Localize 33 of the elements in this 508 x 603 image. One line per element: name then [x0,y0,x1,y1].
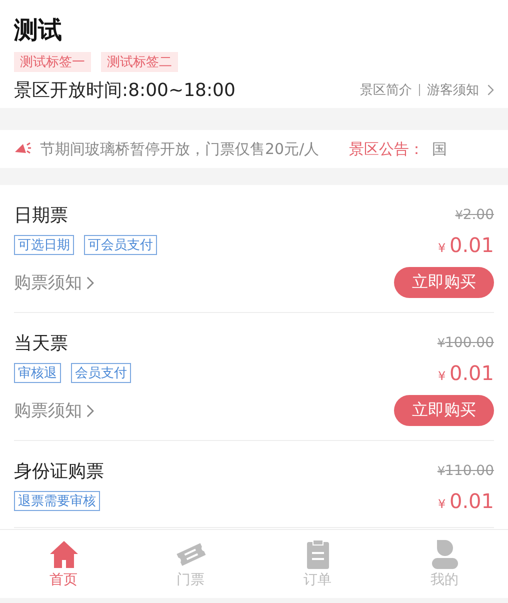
tab[interactable]: 门票 [127,530,254,598]
ticket-tag: 审核退 [14,363,61,383]
tab[interactable]: 首页 [0,530,127,598]
ticket-name: 身份证购票 [14,460,104,483]
notice-label: 景区公告： [349,140,424,158]
info-link[interactable]: 景区简介 [360,81,412,99]
tag: 测试标签一 [14,52,91,72]
tab[interactable]: 订单 [254,530,381,598]
tab[interactable]: 我的 [381,530,508,598]
notice-text: 国 [432,140,448,158]
ticket-name: 日期票 [14,204,68,227]
info-link[interactable]: 游客须知 [426,81,479,99]
chevron-icon [486,84,494,96]
buy-button[interactable]: 立即购买 [394,267,494,298]
purchase-notes-link[interactable]: 购票须知 [14,271,94,294]
buy-button[interactable]: 立即购买 [394,395,494,426]
ticket-tag: 退票需要审核 [14,491,100,511]
purchase-notes-link[interactable]: 购票须知 [14,399,94,422]
price: ¥ 0.01 [438,233,494,257]
tag: 测试标签二 [101,52,178,72]
price: ¥ 0.01 [438,361,494,385]
user-icon [430,539,460,569]
opening-hours: 景区开放时间:8:00~18:00 [14,79,236,102]
price: ¥ 0.01 [438,489,494,513]
notice-text: 节期间玻璃桥暂停开放，门票仅售20元/人 [40,140,320,158]
ticket-tag: 可会员支付 [84,235,157,255]
ticket-tag: 会员支付 [71,363,131,383]
chevron-icon [86,276,94,290]
home-icon [48,539,78,569]
page-title: 测试 [14,15,63,46]
chevron-icon [86,404,94,418]
ticket-tag: 可选日期 [14,235,74,255]
ticket-name: 当天票 [14,332,68,355]
